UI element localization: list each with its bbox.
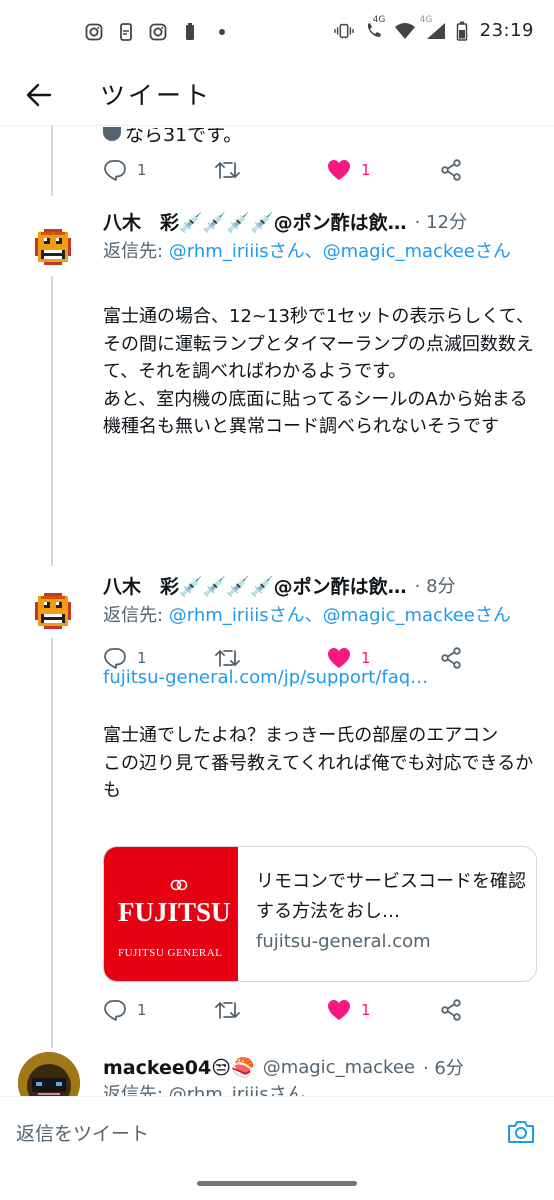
- reply-to: 返信先: @rhm_iriiisさん、@magic_mackeeさん: [103, 239, 543, 265]
- share-icon: [441, 647, 461, 669]
- author-name[interactable]: 八木 彩💉💉💉💉@ポン酢は飲…: [103, 572, 407, 599]
- heart-filled-icon: [328, 1000, 350, 1020]
- tweet-header: mackee04😒🍣 @magic_mackee · 6分: [103, 1052, 533, 1082]
- card-domain: fujitsu-general.com: [256, 931, 431, 952]
- reply-to-label: 返信先: @rhm_iriiisさん、: [103, 1084, 323, 1096]
- tweet-actions: 1 1: [103, 995, 473, 1025]
- previous-tweet-text: なら31です。: [125, 126, 243, 146]
- tweet-thread[interactable]: なら31です。 1 1 八木 彩💉💉💉💉@ポン酢は飲… · 12分 返信先: @…: [0, 126, 554, 1096]
- share-button[interactable]: [439, 155, 463, 185]
- tweet-time: · 12分: [414, 212, 467, 233]
- emoji-icon: [103, 127, 121, 141]
- reply-to: 返信先: @rhm_iriiisさん、@magic_mackeeさん: [103, 603, 543, 629]
- status-bar-notifications: [84, 22, 232, 42]
- thread-line: [51, 276, 53, 566]
- reply-button[interactable]: 1: [103, 155, 147, 185]
- heart-filled-icon: [328, 160, 350, 180]
- heart-filled-icon: [328, 648, 350, 668]
- retweet-button[interactable]: [215, 155, 241, 185]
- like-button[interactable]: 1: [327, 995, 371, 1025]
- avatar[interactable]: [32, 226, 74, 268]
- page-title: ツイート: [100, 81, 213, 110]
- vibrate-icon: [333, 21, 354, 41]
- share-icon: [441, 999, 461, 1021]
- like-count: 1: [361, 649, 371, 667]
- reply-count: 1: [137, 649, 147, 667]
- tweet-time: · 8分: [414, 576, 456, 597]
- instagram-icon: [148, 22, 168, 42]
- status-bar: 4G 4G 23:19: [0, 0, 554, 64]
- tweet-link[interactable]: fujitsu-general.com/jp/support/faq…: [103, 667, 428, 688]
- share-icon: [441, 159, 461, 181]
- system-nav-bar: [0, 1172, 554, 1200]
- pixel-smiley-avatar: [35, 229, 71, 265]
- reply-count: 1: [137, 161, 147, 179]
- status-bar-system: 4G 4G 23:19: [333, 15, 534, 41]
- like-count: 1: [361, 161, 371, 179]
- thread-line: [51, 126, 53, 196]
- card-logo-text: FUJITSU: [118, 897, 231, 927]
- author-handle[interactable]: @magic_mackee: [263, 1057, 415, 1078]
- back-button[interactable]: [22, 78, 56, 112]
- tweet-text: 富士通の場合、12~13秒で1セットの表示らしくて、その間に運転ランプとタイマー…: [103, 306, 534, 437]
- share-button[interactable]: [439, 643, 463, 673]
- pixel-smiley-avatar: [35, 593, 71, 629]
- tweet-actions: 1 1: [103, 155, 473, 185]
- gesture-handle[interactable]: [197, 1181, 357, 1186]
- camera-icon: [508, 1121, 534, 1143]
- top-app-bar: ツイート: [0, 64, 554, 126]
- card-logo-subtext: FUJITSU GENERAL: [118, 947, 223, 959]
- tweet-header: 八木 彩💉💉💉💉@ポン酢は飲… · 8分: [103, 570, 533, 600]
- camera-button[interactable]: [506, 1117, 536, 1147]
- retweet-icon: [215, 1002, 240, 1019]
- fujitsu-logo-icon: [170, 877, 188, 891]
- reply-composer[interactable]: 返信をツイート: [0, 1096, 554, 1172]
- reply-icon: [104, 160, 126, 181]
- like-count: 1: [361, 1001, 371, 1019]
- illustrated-avatar: [18, 1052, 80, 1096]
- wifi-calling-icon: 4G: [362, 15, 386, 41]
- card-body: リモコンでサービスコードを確認する方法をおし… fujitsu-general.…: [256, 867, 526, 957]
- battery-icon: [180, 22, 200, 42]
- tweet-text: 富士通でしたよね？まっきー氏の部屋のエアコン この辺り見て番号教えてくれれば俺で…: [103, 725, 534, 801]
- author-name[interactable]: 八木 彩💉💉💉💉@ポン酢は飲…: [103, 208, 407, 235]
- reply-count: 1: [137, 1001, 147, 1019]
- link-card[interactable]: FUJITSU FUJITSU GENERAL リモコンでサービスコードを確認す…: [103, 846, 537, 982]
- card-title: リモコンでサービスコードを確認する方法をおし…: [256, 871, 526, 922]
- like-button[interactable]: 1: [327, 155, 371, 185]
- reply-input[interactable]: 返信をツイート: [16, 1119, 149, 1146]
- thread-line: [51, 638, 53, 1048]
- reply-to: 返信先: @rhm_iriiisさん、: [103, 1082, 543, 1096]
- network-label-2: 4G: [419, 14, 433, 25]
- reply-icon: [104, 1000, 126, 1021]
- instagram-icon: [84, 22, 104, 42]
- screenshot-icon: [116, 22, 136, 42]
- arrow-left-icon: [26, 83, 52, 107]
- reply-mentions[interactable]: @rhm_iriiisさん、@magic_mackeeさん: [169, 241, 511, 262]
- signal-icon: 4G: [420, 15, 448, 41]
- card-thumbnail: FUJITSU FUJITSU GENERAL: [104, 847, 238, 981]
- network-label: 4G: [372, 14, 386, 25]
- avatar[interactable]: [18, 1052, 80, 1096]
- tweet-time: · 6分: [422, 1058, 464, 1079]
- battery-icon: [456, 21, 468, 41]
- reply-to-label: 返信先:: [103, 241, 169, 262]
- author-name[interactable]: mackee04😒🍣: [103, 1056, 255, 1079]
- reply-button[interactable]: 1: [103, 995, 147, 1025]
- reply-to-label: 返信先:: [103, 605, 169, 626]
- share-button[interactable]: [439, 995, 463, 1025]
- dot-icon: [212, 22, 232, 42]
- tweet-header: 八木 彩💉💉💉💉@ポン酢は飲… · 12分: [103, 206, 533, 236]
- retweet-button[interactable]: [215, 995, 241, 1025]
- wifi-icon: [394, 21, 416, 41]
- avatar[interactable]: [32, 590, 74, 632]
- reply-mentions[interactable]: @rhm_iriiisさん、@magic_mackeeさん: [169, 605, 511, 626]
- retweet-icon: [215, 162, 240, 179]
- status-time: 23:19: [479, 20, 534, 41]
